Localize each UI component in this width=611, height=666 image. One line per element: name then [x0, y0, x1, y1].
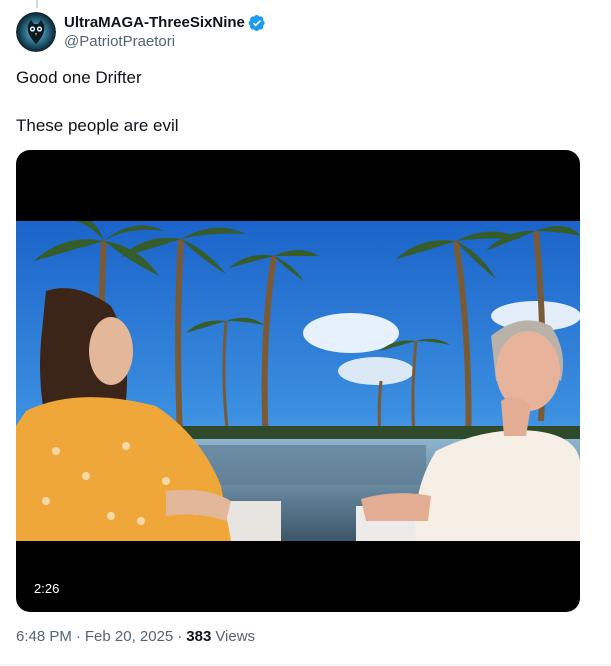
video-duration: 2:26 — [28, 579, 66, 598]
author-handle[interactable]: @PatriotPraetori — [64, 32, 266, 51]
thread-connector-line — [36, 0, 38, 8]
author-names: UltraMAGA-ThreeSixNine @PatriotPraetori — [64, 13, 266, 51]
divider — [0, 664, 611, 665]
tweet-time[interactable]: 6:48 PM — [16, 628, 72, 645]
views-label: Views — [215, 628, 256, 645]
tweet-line: These people are evil — [16, 116, 179, 135]
tweet-line: Good one Drifter — [16, 68, 142, 87]
display-name-row: UltraMAGA-ThreeSixNine — [64, 13, 266, 32]
tweet-meta: 6:48 PM · Feb 20, 2025 · 383 Views — [16, 628, 255, 645]
meta-separator: · — [75, 628, 81, 645]
video-player[interactable]: 2:26 — [16, 150, 580, 612]
views-count[interactable]: 383 — [186, 628, 211, 645]
video-thumbnail[interactable] — [16, 221, 580, 541]
meta-separator: · — [177, 628, 183, 645]
tweet-date[interactable]: Feb 20, 2025 — [85, 628, 173, 645]
display-name[interactable]: UltraMAGA-ThreeSixNine — [64, 13, 245, 32]
tweet-text: Good one Drifter These people are evil — [16, 66, 179, 138]
owl-avatar-icon — [16, 12, 56, 52]
tweet-header: UltraMAGA-ThreeSixNine @PatriotPraetori — [16, 12, 266, 52]
verified-badge-icon — [248, 14, 266, 32]
avatar[interactable] — [16, 12, 56, 52]
